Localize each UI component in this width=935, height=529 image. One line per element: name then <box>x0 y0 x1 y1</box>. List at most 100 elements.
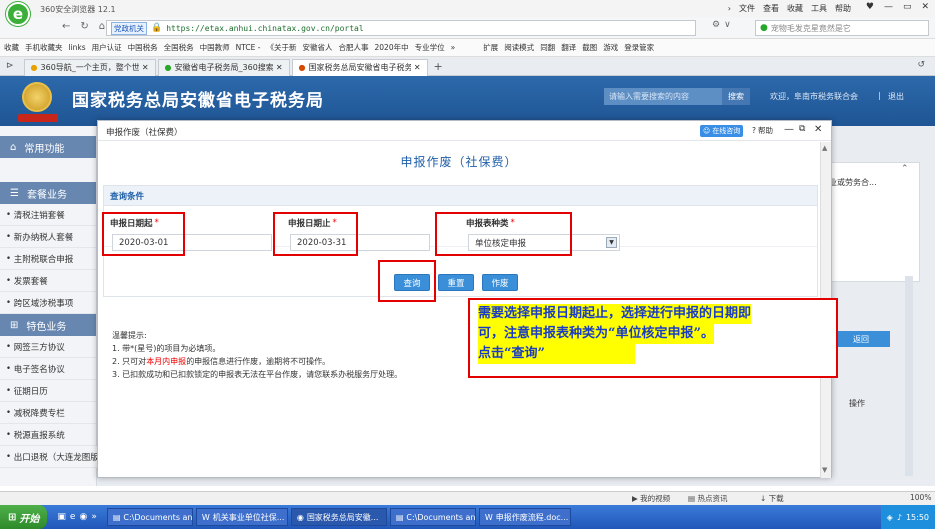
toolbar-reading[interactable]: 阅读模式 <box>504 42 534 53</box>
bookmark-hefei[interactable]: 合肥人事 <box>339 42 369 53</box>
close-icon[interactable]: ✕ <box>814 124 822 135</box>
tab-close-icon[interactable]: ✕ <box>142 63 149 72</box>
settings-icon[interactable]: ⚙ <box>712 20 720 30</box>
download-link[interactable]: ↓ 下载 <box>760 493 784 504</box>
bookmark-mobile[interactable]: 手机收藏夹 <box>25 42 63 53</box>
taskbar-item-folder[interactable]: ▤C:\Documents and... <box>106 508 193 526</box>
taskbar-item-doc[interactable]: W 机关事业单位社保... <box>195 508 288 526</box>
menu-help[interactable]: 帮助 <box>835 3 851 14</box>
bookmark-anhui[interactable]: 安徽省人 <box>303 42 333 53</box>
menu-tools[interactable]: 工具 <box>811 3 827 14</box>
help-button[interactable]: ? 帮助 <box>752 125 773 136</box>
volume-icon[interactable]: ♪ <box>897 513 902 522</box>
hot-news-link[interactable]: ▤ 热点资讯 <box>688 493 727 504</box>
restore-tab-icon[interactable]: ↺ <box>917 60 925 70</box>
network-icon[interactable]: ◈ <box>887 513 893 522</box>
bookmark-user-auth[interactable]: 用户认证 <box>92 42 122 53</box>
chevron-right-icon[interactable]: » <box>91 512 97 522</box>
bookmark-degree[interactable]: 专业学位 <box>415 42 445 53</box>
bookmark-links[interactable]: links <box>69 43 86 52</box>
tab-360-search[interactable]: ● 安徽省电子税务局_360搜索 ✕ <box>157 58 290 76</box>
toolbar-sync[interactable]: 同翻 <box>540 42 555 53</box>
toolbar-extensions[interactable]: 扩展 <box>483 42 498 53</box>
sidebar-item[interactable]: • 主附税联合申报 <box>0 248 96 270</box>
scroll-down-icon[interactable]: ▼ <box>822 466 827 474</box>
refresh-icon[interactable]: ↻ <box>80 21 88 32</box>
maximize-icon[interactable]: ⧉ <box>799 124 805 134</box>
annotation-text: 需要选择申报日期起止，选择进行申报的日期即 可，注意申报表种类为“单位核定申报”… <box>478 304 830 366</box>
desktop-icon[interactable]: ▣ <box>57 512 66 522</box>
sidebar-item[interactable]: • 网签三方协议 <box>0 336 96 358</box>
menu-favorites[interactable]: 收藏 <box>787 3 803 14</box>
bookmark-teacher[interactable]: 中国教师 <box>200 42 230 53</box>
back-icon[interactable]: ← <box>62 21 70 32</box>
skin-icon[interactable]: ♥ <box>866 2 874 12</box>
word-icon: W <box>484 512 493 522</box>
tips-title: 温馨提示: <box>112 331 147 340</box>
online-consult-button[interactable]: ☺ 在线咨询 <box>700 125 744 137</box>
sidebar-header-common[interactable]: ⌂ 常用功能 <box>0 136 96 158</box>
zoom-level[interactable]: 100% <box>910 493 931 502</box>
sidebar-item[interactable]: • 征期日历 <box>0 380 96 402</box>
chevron-down-icon[interactable]: ▼ <box>606 237 617 248</box>
bookmark-notice[interactable]: 《关于新 <box>267 42 297 53</box>
bookmark-ntce[interactable]: NTCE - <box>236 43 261 52</box>
tab-360-nav[interactable]: ● 360导航_一个主页，整个世界 ✕ <box>23 58 156 76</box>
tab-etax[interactable]: ● 国家税务总局安徽省电子税务局 ✕ <box>291 58 428 76</box>
bookmark-2020[interactable]: 2020年中 <box>375 42 409 53</box>
chevron-down-icon[interactable]: ∨ <box>724 20 731 30</box>
return-button[interactable]: 返回 <box>832 331 890 347</box>
tab-close-icon[interactable]: ✕ <box>276 63 283 72</box>
sidebar-item[interactable]: • 减税降费专栏 <box>0 402 96 424</box>
browser-titlebar: e 360安全浏览器 12.1 › 文件 查看 收藏 工具 帮助 ♥ — ▭ ✕ <box>0 0 935 26</box>
collapse-icon[interactable]: ⌃ <box>901 164 909 174</box>
new-tab-button[interactable]: + <box>434 60 443 73</box>
ie-icon[interactable]: e <box>70 512 76 522</box>
nav-buttons: ← ↻ ⌂ <box>62 21 105 32</box>
sidebar-item[interactable]: • 发票套餐 <box>0 270 96 292</box>
menu-file[interactable]: 文件 <box>739 3 755 14</box>
site-search-button[interactable]: 搜索 <box>722 88 750 105</box>
maximize-icon[interactable]: ▭ <box>903 2 912 12</box>
sidebar-item[interactable]: • 清税注销套餐 <box>0 204 96 226</box>
bookmark-favorites[interactable]: 收藏 <box>4 42 19 53</box>
browser-search[interactable]: ● 宠物毛发克星竟然是它 <box>755 20 929 36</box>
menu-view[interactable]: 查看 <box>763 3 779 14</box>
bookmark-national-tax[interactable]: 全国税务 <box>164 42 194 53</box>
reset-button[interactable]: 重置 <box>438 274 474 291</box>
sidebar-item[interactable]: • 跨区域涉税事项 <box>0 292 96 314</box>
home-icon[interactable]: ⌂ <box>99 21 105 32</box>
background-scrollbar[interactable] <box>905 276 913 476</box>
address-bar[interactable]: 党政机关 🔒 https://etax.anhui.chinatax.gov.c… <box>106 20 696 36</box>
site-search-input[interactable]: 请输入需要搜索的内容 <box>604 88 722 105</box>
taskbar-item-folder-2[interactable]: ▤C:\Documents and... <box>389 508 476 526</box>
sidebar-item[interactable]: • 税源直报系统 <box>0 424 96 446</box>
scroll-up-icon[interactable]: ▲ <box>822 144 827 152</box>
toolbar-login[interactable]: 登录管家 <box>624 42 654 53</box>
close-window-icon[interactable]: ✕ <box>921 2 929 12</box>
minimize-icon[interactable]: — <box>884 2 893 12</box>
bookmark-china-tax[interactable]: 中国税务 <box>128 42 158 53</box>
toolbar-games[interactable]: 游戏 <box>603 42 618 53</box>
taskbar-item-browser[interactable]: ◉ 国家税务总局安徽... <box>290 508 387 526</box>
void-button[interactable]: 作废 <box>482 274 518 291</box>
chevron-right-icon[interactable]: » <box>451 43 456 52</box>
sidebar-header-package[interactable]: ☰ 套餐业务 <box>0 182 96 204</box>
emblem-ribbon <box>18 114 58 122</box>
toolbar-translate[interactable]: 翻译 <box>561 42 576 53</box>
my-video-link[interactable]: ▶ 我的视频 <box>632 493 670 504</box>
toolbar-screenshot[interactable]: 截图 <box>582 42 597 53</box>
taskbar-item-word[interactable]: W 申报作废流程.doc... <box>478 508 571 526</box>
tab-close-icon[interactable]: ✕ <box>414 63 421 72</box>
sidebar-item[interactable]: • 电子签名协议 <box>0 358 96 380</box>
sidebar-header-special[interactable]: ⊞ 特色业务 <box>0 314 96 336</box>
tip-1: 1. 带*(星号)的项目为必填项。 <box>112 344 221 353</box>
sidebar-item[interactable]: • 新办纳税人套餐 <box>0 226 96 248</box>
menu-icon[interactable]: › <box>728 4 731 13</box>
logout-link[interactable]: 退出 <box>888 91 904 102</box>
highlight-form-type <box>435 212 572 256</box>
start-button[interactable]: ⊞ 开始 <box>0 505 48 529</box>
minimize-icon[interactable]: — <box>784 124 794 135</box>
browser-icon[interactable]: ◉ <box>79 512 87 522</box>
sidebar-toggle-icon[interactable]: ⊳ <box>6 61 14 71</box>
